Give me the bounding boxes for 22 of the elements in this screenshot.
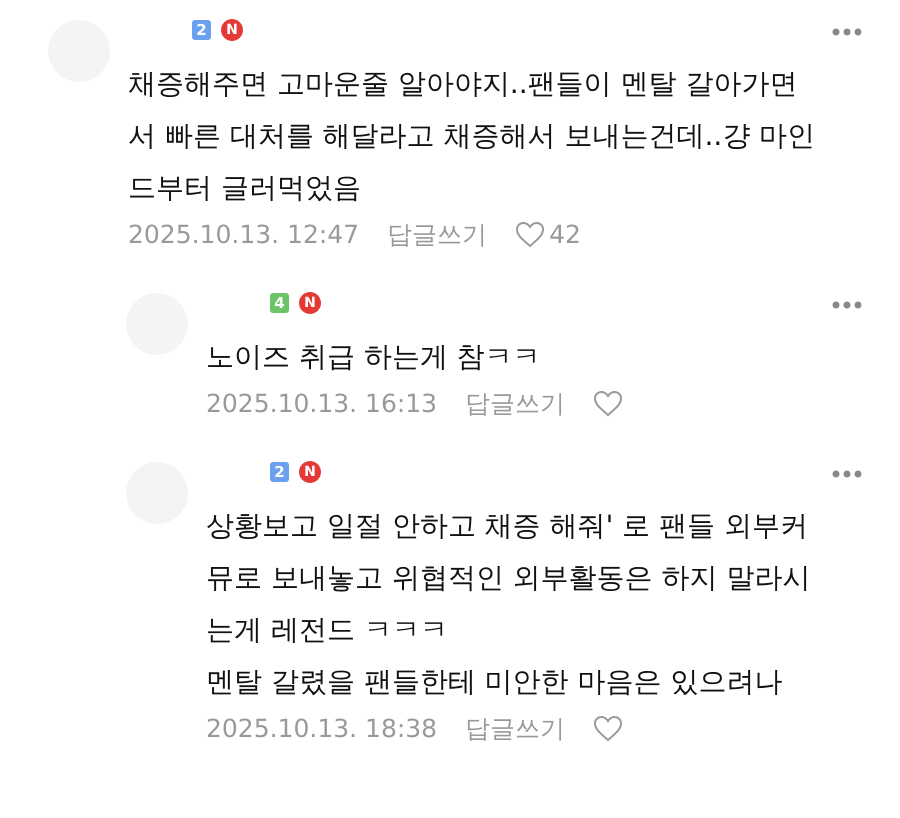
new-badge: N	[299, 461, 321, 483]
more-icon[interactable]	[832, 28, 862, 36]
reply-link[interactable]: 답글쓰기	[465, 387, 566, 420]
more-icon[interactable]	[832, 470, 862, 478]
new-badge: N	[221, 19, 243, 41]
heart-icon[interactable]	[515, 221, 546, 248]
comment-text: 채증해주면 고마운줄 알아야지..팬들이 멘탈 갈아가면 서 빠른 대처를 해달라고 채증해서 보내는건데..걍 마인 드부터 글러먹었음	[128, 66, 816, 206]
comment-date: 2025.10.13. 18:38	[206, 714, 438, 743]
comment-date: 2025.10.13. 16:13	[206, 389, 438, 418]
heart-icon[interactable]	[593, 715, 624, 742]
level-badge: 4	[270, 293, 289, 313]
comment-text: 상황보고 일절 안하고 채증 해줘' 로 팬들 외부커 뮤로 보내놓고 위협적인 외부활동은 하지 말라시 는게 레전드 ㅋㅋㅋ 멘탈 갈렸을 팬들한테 미안한 마음은 있으려나	[206, 508, 812, 700]
more-icon[interactable]	[832, 301, 862, 309]
reply-link[interactable]: 답글쓰기	[387, 218, 488, 251]
comment-text: 노이즈 취급 하는게 참ㅋㅋ	[206, 339, 542, 375]
reply-link[interactable]: 답글쓰기	[465, 712, 566, 745]
level-badge: 2	[192, 20, 211, 40]
comment-date: 2025.10.13. 12:47	[128, 220, 360, 249]
level-badge: 2	[270, 462, 289, 482]
like-count: 42	[549, 220, 581, 249]
heart-icon[interactable]	[593, 390, 624, 417]
new-badge: N	[299, 292, 321, 314]
